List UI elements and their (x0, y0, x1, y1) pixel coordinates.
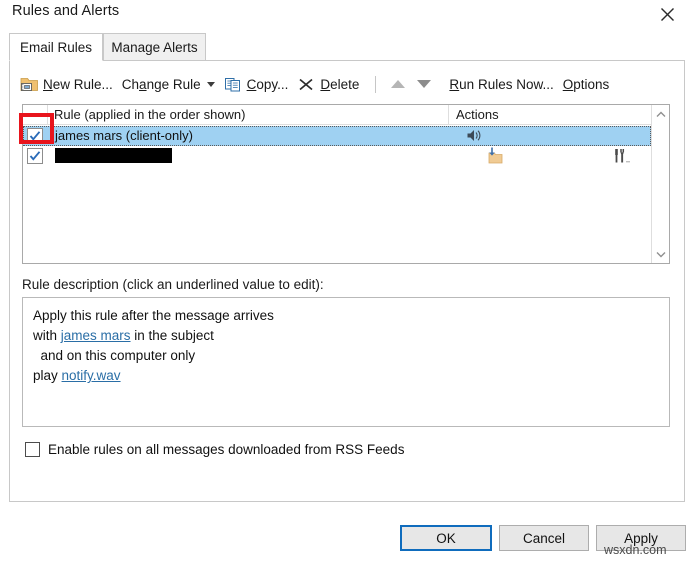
scroll-up-button[interactable] (652, 105, 670, 123)
rules-toolbar: New Rule... Change Rule Copy... Delete R… (18, 70, 616, 98)
new-rule-rest: ew Rule... (52, 76, 113, 92)
speaker-icon (466, 128, 483, 148)
rules-and-alerts-dialog: Rules and Alerts Email Rules Manage Aler… (0, 0, 692, 563)
rule-enabled-checkbox[interactable] (27, 148, 43, 164)
table-row[interactable] (23, 146, 651, 166)
copy-accel: C (246, 76, 257, 92)
scroll-down-button[interactable] (652, 245, 670, 263)
chevron-up-icon (656, 111, 666, 117)
toolbar-divider (375, 75, 377, 93)
run-rules-rest: un Rules Now... (459, 76, 554, 92)
rss-feeds-checkbox[interactable] (25, 442, 40, 457)
column-header-rule: Rule (applied in the order shown) (48, 105, 449, 125)
tab-email-rules-label: Email Rules (19, 39, 93, 55)
title-bar: Rules and Alerts (0, 0, 692, 30)
tab-email-rules[interactable]: Email Rules (9, 33, 103, 61)
ok-button[interactable]: OK (400, 525, 492, 551)
rss-feeds-option[interactable]: Enable rules on all messages downloaded … (25, 442, 404, 457)
rss-feeds-label: Enable rules on all messages downloaded … (48, 442, 405, 457)
run-rules-now-label: Run Rules Now... (449, 77, 553, 92)
delete-accel: D (320, 76, 331, 92)
change-rule-post: nge Rule (146, 76, 201, 92)
run-rules-accel: R (449, 76, 460, 92)
rule-description-label: Rule description (click an underlined va… (22, 277, 324, 292)
delete-x-icon (297, 76, 316, 93)
ok-button-label: OK (436, 530, 456, 546)
close-icon[interactable] (650, 1, 684, 27)
move-to-folder-icon (485, 146, 507, 171)
copy-label: Copy... (247, 77, 289, 92)
move-rule-down-button[interactable] (411, 72, 437, 96)
chevron-down-icon (206, 81, 215, 87)
change-rule-accel: a (139, 76, 147, 92)
arrow-up-icon (391, 80, 406, 88)
rule-name: james mars (client-only) (55, 128, 193, 143)
delete-rest: elete (330, 76, 360, 92)
table-row[interactable]: james mars (client-only) (23, 126, 651, 146)
new-rule-folder-icon (20, 76, 39, 93)
description-line: with james mars in the subject (33, 326, 659, 346)
new-rule-accel: N (43, 76, 53, 92)
delete-label: Delete (320, 77, 359, 92)
copy-button[interactable]: Copy... (222, 71, 296, 97)
options-rest: ptions (573, 76, 610, 92)
description-line-0-prefix: Apply this rule after the message arrive… (33, 308, 274, 323)
cancel-button-label: Cancel (522, 530, 566, 546)
move-rule-up-button[interactable] (385, 72, 411, 96)
rule-enabled-checkbox[interactable] (27, 128, 43, 144)
description-line: Apply this rule after the message arrive… (33, 306, 659, 326)
change-rule-pre: Ch (121, 76, 140, 92)
watermark: wsxdn.com (604, 543, 667, 557)
copy-pages-icon (224, 76, 243, 93)
description-line-3-prefix: play (33, 368, 62, 383)
new-rule-label: New Rule... (43, 77, 113, 92)
new-rule-button[interactable]: New Rule... (18, 71, 120, 97)
rule-description-box[interactable]: Apply this rule after the message arrive… (22, 297, 670, 427)
rules-list: Rule (applied in the order shown) Action… (22, 104, 670, 264)
arrow-down-icon (417, 80, 432, 88)
column-header-actions: Actions (456, 107, 499, 122)
description-line-1-prefix: with (33, 328, 61, 343)
description-line-2-prefix: and on this computer only (33, 348, 196, 363)
rules-list-rows: james mars (client-only) (23, 126, 651, 263)
change-rule-label: Change Rule (122, 77, 201, 92)
change-rule-button[interactable]: Change Rule (120, 71, 222, 97)
description-line: and on this computer only (33, 346, 659, 366)
rules-list-scrollbar[interactable] (651, 105, 669, 263)
tools-icon (612, 147, 632, 170)
checkmark-icon (29, 131, 41, 141)
tab-manage-alerts-label: Manage Alerts (111, 39, 198, 55)
chevron-down-icon (656, 251, 666, 257)
tab-strip: Email Rules Manage Alerts (9, 33, 685, 61)
options-accel: O (562, 76, 574, 92)
column-header-checkbox (23, 105, 48, 125)
rules-list-header: Rule (applied in the order shown) Action… (23, 105, 669, 125)
options-button[interactable]: Options (561, 71, 617, 97)
description-line: play notify.wav (33, 366, 659, 386)
description-line-1-suffix: in the subject (130, 328, 214, 343)
page-title: Rules and Alerts (12, 3, 120, 19)
copy-rest: opy... (256, 76, 289, 92)
cancel-button[interactable]: Cancel (499, 525, 589, 551)
tab-manage-alerts[interactable]: Manage Alerts (103, 33, 206, 61)
delete-button[interactable]: Delete (295, 71, 366, 97)
description-link-sound-file[interactable]: notify.wav (62, 368, 121, 383)
checkmark-icon (29, 151, 41, 161)
options-label: Options (563, 77, 610, 92)
run-rules-now-button[interactable]: Run Rules Now... (447, 71, 560, 97)
description-link-subject[interactable]: james mars (61, 328, 131, 343)
redacted-rule-name (55, 148, 172, 163)
